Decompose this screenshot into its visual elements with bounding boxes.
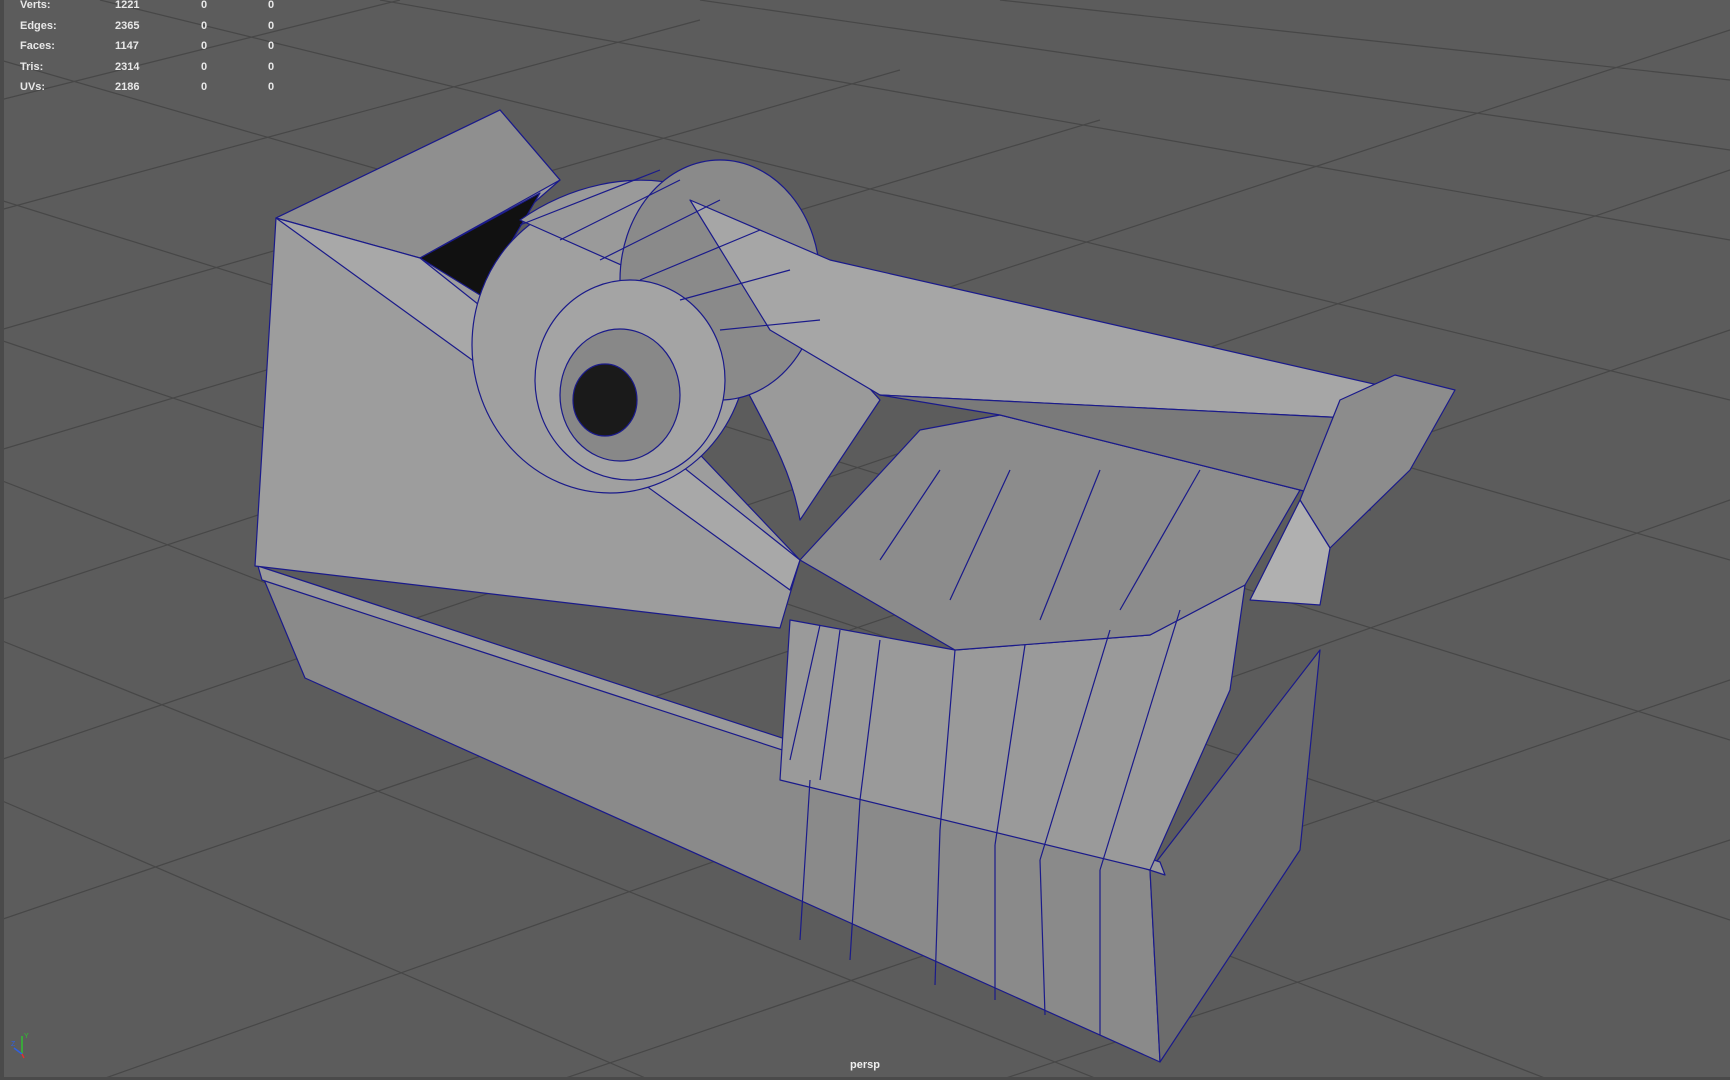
hud-value-selected: 0 (201, 81, 208, 94)
hud-row-verts: Verts: 1221 0 0 (20, 0, 300, 16)
hud-value-object: 1221 (115, 0, 140, 11)
hud-label: UVs: (20, 81, 46, 94)
hud-label: Verts: (20, 0, 51, 11)
hud-value-selected: 0 (201, 19, 208, 32)
hud-value-extra: 0 (268, 19, 275, 32)
hud-value-extra: 0 (268, 40, 275, 53)
hud-label: Faces: (20, 40, 55, 53)
hud-value-object: 2314 (115, 60, 140, 73)
axis-z-label: Z (11, 1041, 16, 1048)
axis-gizmo-icon: Y Z (11, 1033, 29, 1059)
hud-value-object: 2186 (115, 81, 140, 94)
hud-value-extra: 0 (268, 0, 275, 11)
axis-y-label: Y (24, 1033, 29, 1040)
hud-value-selected: 0 (201, 40, 208, 53)
hud-label: Tris: (20, 60, 44, 73)
hud-row-faces: Faces: 1147 0 0 (20, 36, 300, 57)
viewport-left-border (0, 0, 4, 1080)
hud-row-edges: Edges: 2365 0 0 (20, 16, 300, 37)
persp-viewport[interactable]: Verts: 1221 0 0 Edges: 2365 0 0 Faces: 1… (0, 0, 1730, 1080)
hud-row-tris: Tris: 2314 0 0 (20, 57, 300, 78)
hud-value-object: 1147 (115, 40, 139, 53)
viewport-canvas[interactable] (0, 0, 1730, 1080)
hud-value-selected: 0 (201, 0, 208, 11)
hud-value-selected: 0 (201, 60, 208, 73)
hud-value-object: 2365 (115, 19, 140, 32)
hud-value-extra: 0 (268, 60, 275, 73)
hud-label: Edges: (20, 19, 57, 32)
camera-name-label: persp (850, 1059, 880, 1071)
tape-dispenser-mesh[interactable] (254, 109, 1456, 1063)
poly-count-hud: Verts: 1221 0 0 Edges: 2365 0 0 Faces: 1… (20, 0, 300, 98)
hud-row-uvs: UVs: 2186 0 0 (20, 77, 300, 98)
hud-value-extra: 0 (268, 81, 275, 94)
